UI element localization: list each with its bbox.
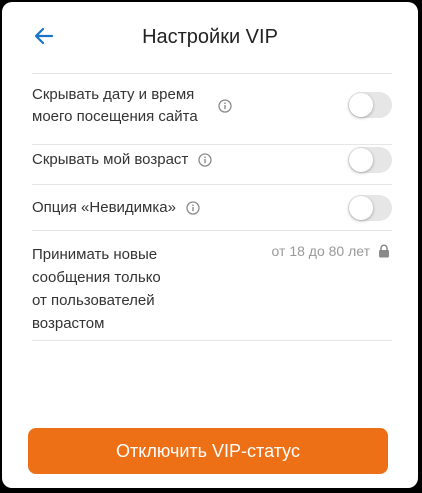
- info-icon[interactable]: [218, 99, 232, 113]
- header: Настройки VIP: [2, 2, 418, 70]
- setting-row-accept-messages: Принимать новые сообщения только от поль…: [32, 230, 392, 341]
- toggle-knob: [349, 93, 373, 117]
- info-icon[interactable]: [186, 201, 200, 215]
- setting-label-line: возрастом: [32, 315, 105, 332]
- age-range-value: от 18 до 80 лет: [271, 243, 370, 259]
- setting-label-line: от пользователей: [32, 292, 155, 309]
- setting-row-hide-age: Скрывать мой возраст: [32, 144, 392, 185]
- hide-visit-time-toggle[interactable]: [348, 92, 392, 118]
- setting-row-invisible: Опция «Невидимка»: [32, 184, 392, 231]
- setting-row-hide-visit-time: Скрывать дату и время моего посещения са…: [32, 73, 392, 145]
- info-icon[interactable]: [198, 153, 212, 167]
- setting-label-accept-messages: Принимать новые сообщения только от поль…: [32, 243, 161, 335]
- toggle-knob: [349, 148, 373, 172]
- vip-settings-panel: Настройки VIP Скрывать дату и время моег…: [2, 2, 418, 488]
- setting-label-line: Скрывать дату и время: [32, 86, 195, 103]
- setting-label-hide-visit-time: Скрывать дату и время моего посещения са…: [32, 84, 198, 128]
- lock-icon: [378, 244, 390, 258]
- hide-age-toggle[interactable]: [348, 147, 392, 173]
- setting-label-line: моего посещения сайта: [32, 108, 198, 125]
- setting-label-invisible: Опция «Невидимка»: [32, 199, 176, 216]
- invisible-toggle[interactable]: [348, 195, 392, 221]
- setting-label-line: Принимать новые: [32, 246, 158, 263]
- page-title: Настройки VIP: [142, 26, 278, 48]
- disable-vip-button[interactable]: Отключить VIP-статус: [28, 428, 388, 474]
- setting-label-hide-age: Скрывать мой возраст: [32, 151, 189, 168]
- setting-label-line: сообщения только: [32, 269, 161, 286]
- toggle-knob: [349, 196, 373, 220]
